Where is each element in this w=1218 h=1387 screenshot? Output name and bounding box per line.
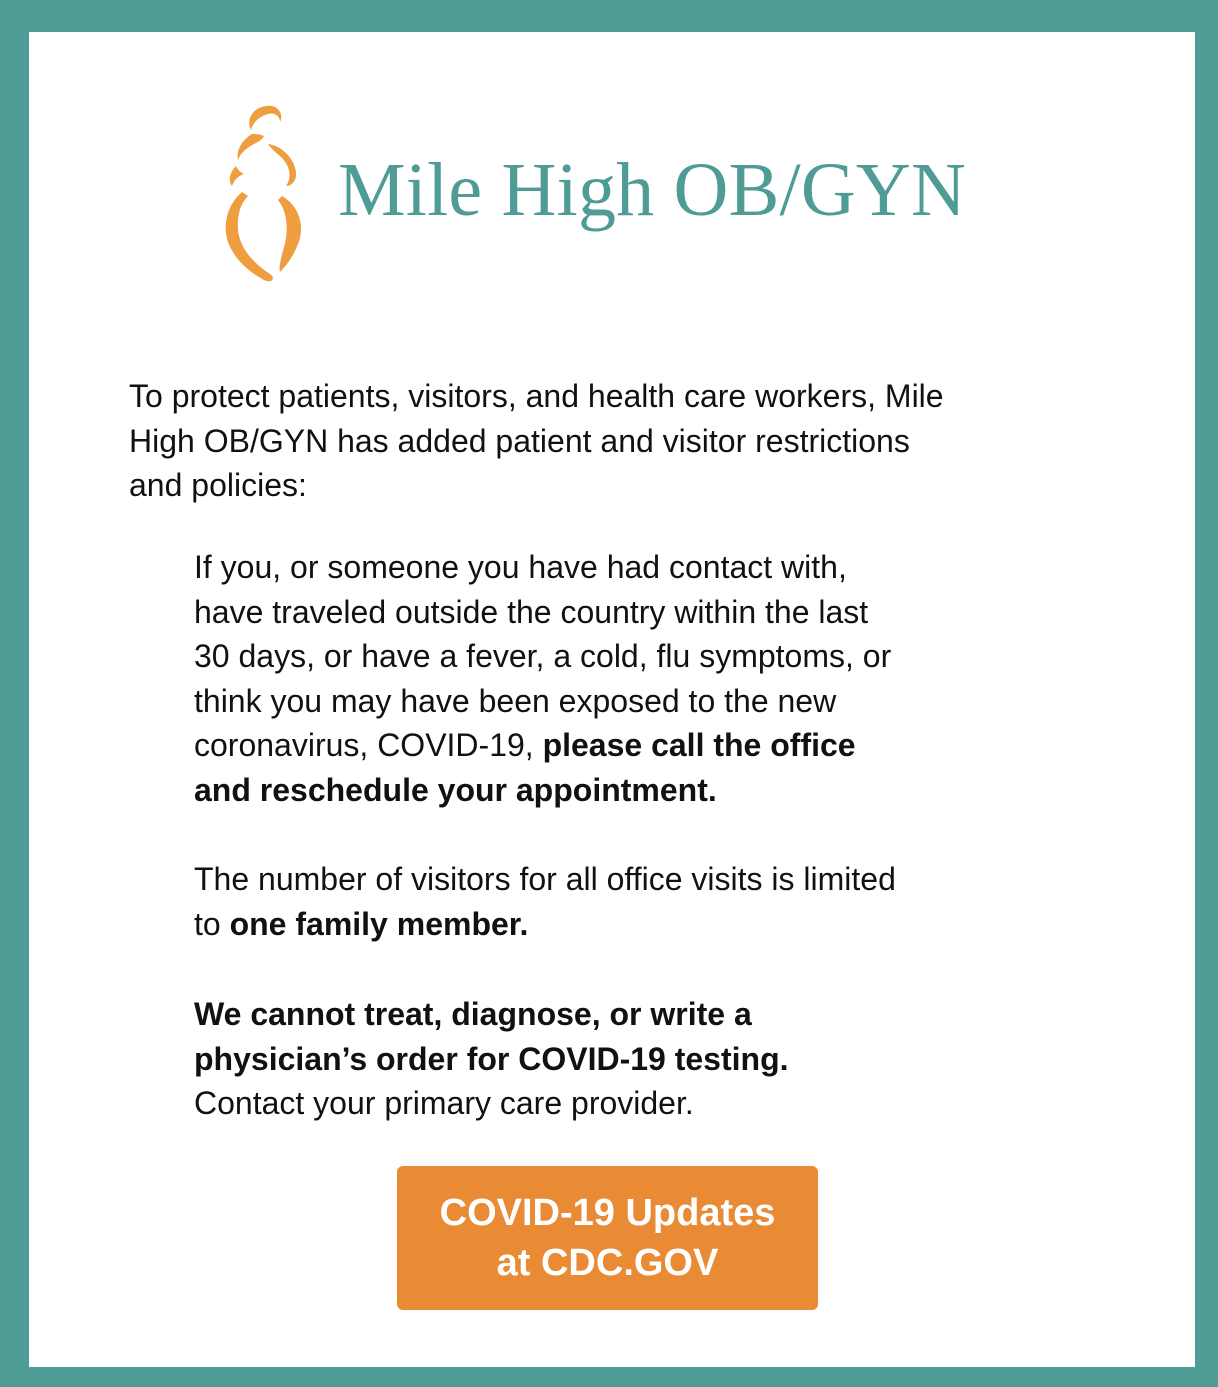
policy-line: Contact your primary care provider. [194,1085,694,1122]
reschedule-instruction: and reschedule your appointment. [194,771,717,808]
policy-text: to [194,905,230,942]
cdc-button-label: at CDC.GOV [496,1242,719,1284]
policy-line: The number of visitors for all office vi… [194,861,896,897]
brand-name: Mile High OB/GYN [338,148,967,232]
visitor-limit: one family member. [229,905,529,942]
call-office-instruction: please call the office [542,727,856,764]
policy-line: coronavirus, COVID-19, please call the o… [194,723,1074,768]
intro-line: and policies: [129,467,307,503]
policy-text: coronavirus, COVID-19, [194,727,543,764]
pregnant-silhouette-icon [225,105,302,282]
exposure-policy: If you, or someone you have had contact … [194,545,1074,813]
intro-line: High OB/GYN has added patient and visito… [129,422,910,459]
intro-line: To protect patients, visitors, and healt… [129,378,944,414]
cdc-button-label: COVID-19 Updates [439,1192,776,1234]
policy-line: 30 days, or have a fever, a cold, flu sy… [194,638,892,675]
testing-warning: physician’s order for COVID-19 testing. [194,1040,789,1077]
policy-line: If you, or someone you have had contact … [194,549,847,585]
testing-policy: We cannot treat, diagnose, or write a ph… [194,992,1074,1126]
brand-logo[interactable]: Mile High OB/GYN [222,100,1022,290]
policy-line: to one family member. [194,902,1074,947]
cdc-updates-button[interactable]: COVID-19 Updates at CDC.GOV [397,1166,818,1310]
visitor-policy: The number of visitors for all office vi… [194,857,1074,946]
policy-line: think you may have been exposed to the n… [194,682,837,719]
testing-warning: We cannot treat, diagnose, or write a [194,996,752,1032]
policy-line: have traveled outside the country within… [194,593,869,630]
intro-paragraph: To protect patients, visitors, and healt… [129,374,1109,508]
